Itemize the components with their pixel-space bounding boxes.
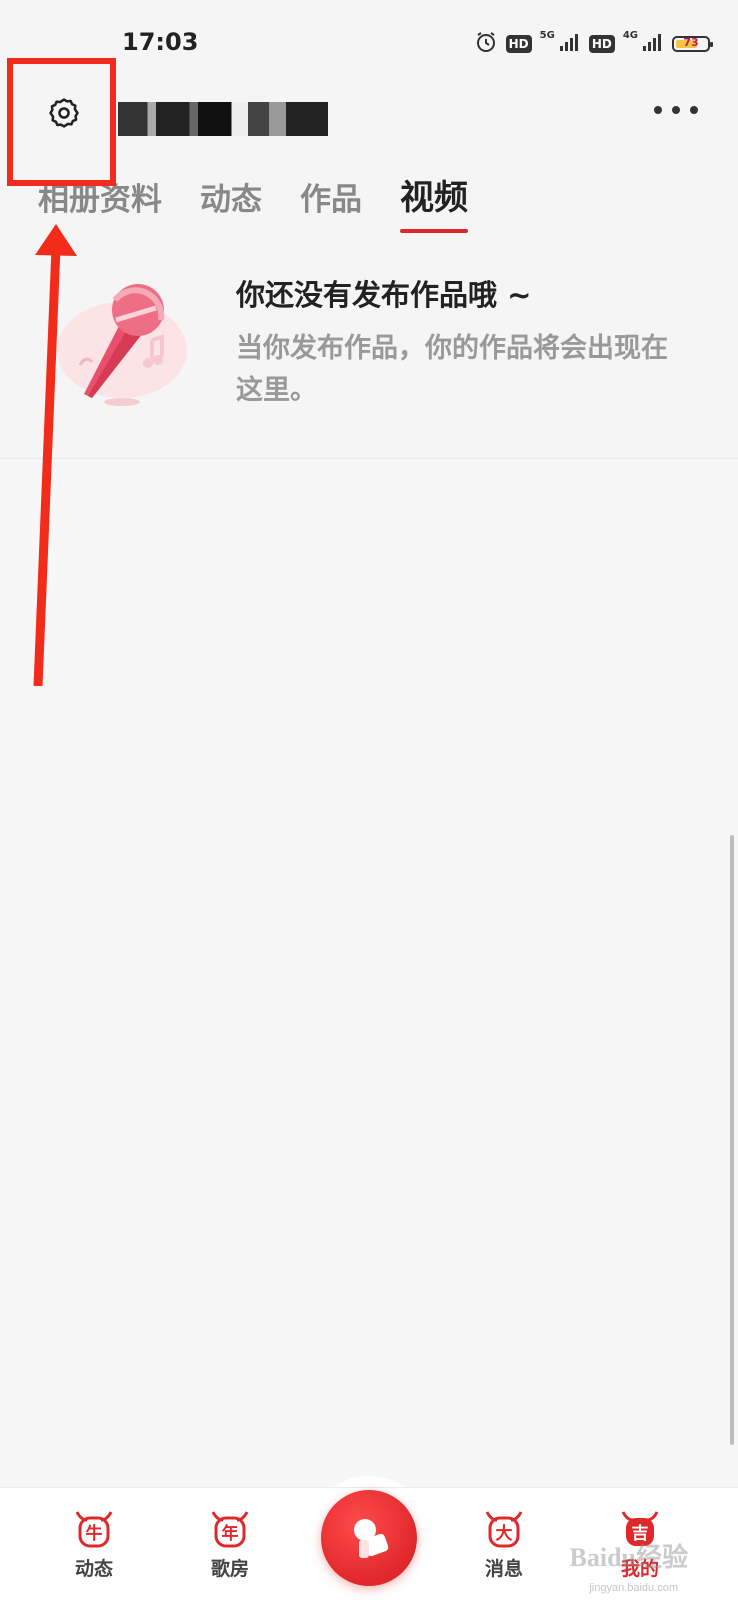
- nav-label-room: 歌房: [210, 1558, 249, 1580]
- more-dots-icon: [654, 106, 662, 114]
- microphone-icon: [57, 284, 187, 406]
- ox-message-icon: 大: [485, 1511, 523, 1548]
- status-time: 17:03: [122, 28, 199, 56]
- baidu-watermark-url: jingyan.baidu.com: [589, 1582, 678, 1594]
- tab-dynamic[interactable]: 动态: [200, 174, 262, 233]
- alarm-icon: [474, 30, 498, 58]
- empty-title: 你还没有发布作品哦 ~: [236, 278, 532, 312]
- battery-level: 73: [683, 36, 699, 49]
- nav-item-dynamic[interactable]: 牛 动态: [54, 1504, 134, 1581]
- username-blurred: [118, 102, 328, 136]
- nav-badge-dynamic: 牛: [86, 1523, 103, 1544]
- more-dot: [672, 106, 680, 114]
- empty-state: 你还没有发布作品哦 ~ 当你发布作品，你的作品将会出现在这里。: [0, 240, 738, 459]
- nav-badge-room: 年: [222, 1523, 239, 1544]
- more-options-button[interactable]: [654, 98, 698, 122]
- signal-icon: [559, 32, 581, 56]
- nav-badge-message: 大: [496, 1523, 513, 1544]
- sing-record-button[interactable]: [321, 1490, 417, 1586]
- baidu-watermark: Baidu经验: [569, 1543, 689, 1572]
- scrollbar[interactable]: [730, 835, 734, 1445]
- nav-label-message: 消息: [484, 1558, 523, 1580]
- nav-label-dynamic: 动态: [74, 1558, 113, 1580]
- more-dot: [690, 106, 698, 114]
- tab-video[interactable]: 视频: [400, 170, 468, 233]
- nav-item-message[interactable]: 大 消息: [464, 1504, 544, 1581]
- hd-badge: HD: [505, 35, 532, 53]
- battery-icon: 73: [672, 36, 713, 52]
- annotation-highlight-box: [7, 58, 116, 186]
- network-4g-label: 4G: [622, 30, 638, 41]
- ox-dynamic-icon: 牛: [75, 1511, 113, 1548]
- signal-icon-2: [642, 32, 664, 56]
- empty-description: 当你发布作品，你的作品将会出现在这里。: [236, 333, 668, 406]
- network-5g-label: 5G: [539, 30, 555, 41]
- sing-record-icon: [354, 1519, 389, 1558]
- hd-badge-2: HD: [588, 35, 615, 53]
- ox-room-icon: 年: [211, 1511, 249, 1548]
- status-icons: HD 5G HD 4G 73: [474, 30, 713, 58]
- nav-item-room[interactable]: 年 歌房: [190, 1504, 270, 1581]
- tab-works[interactable]: 作品: [300, 174, 362, 233]
